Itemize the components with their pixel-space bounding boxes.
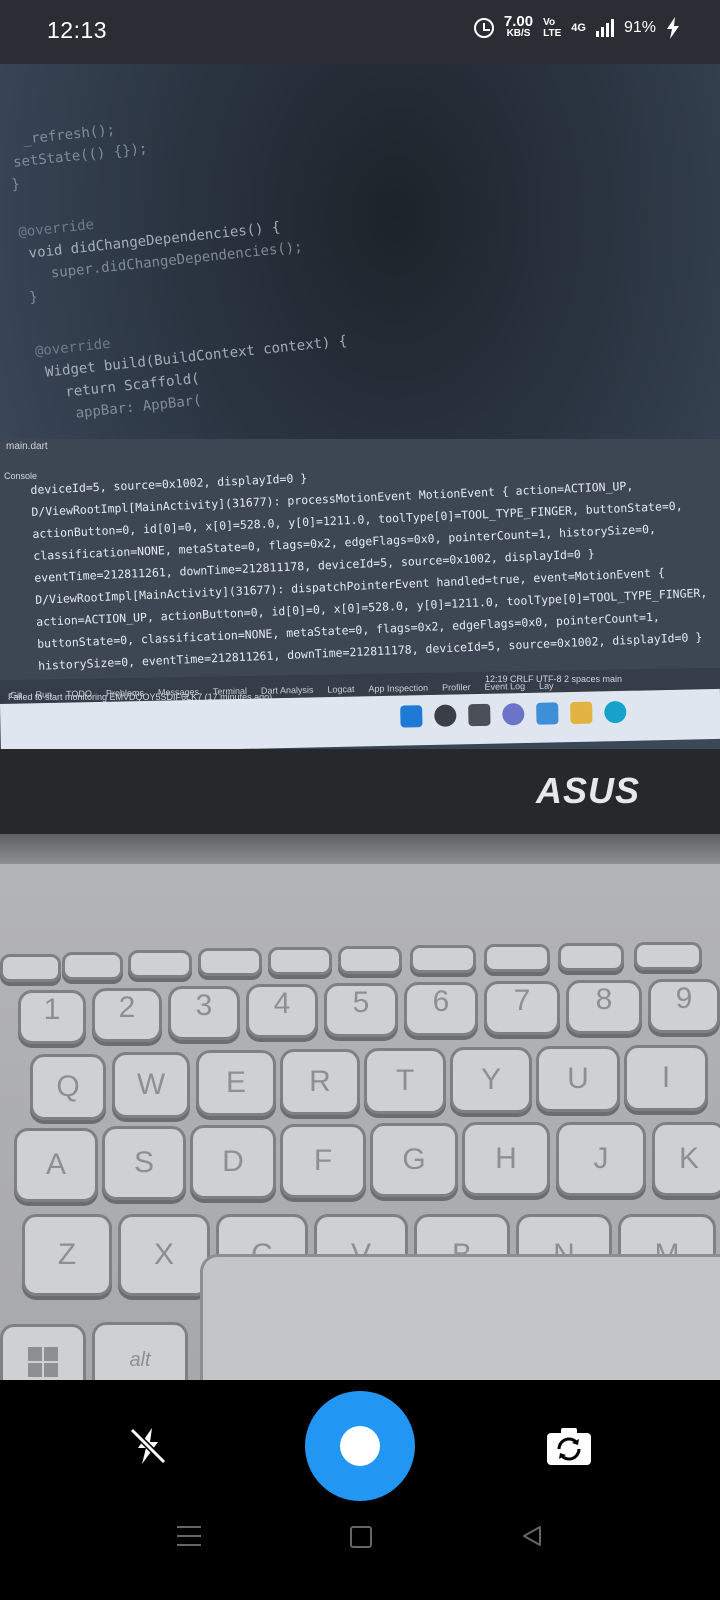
signal-icon [595, 19, 614, 37]
code-line: _refresh(); [21, 122, 116, 148]
tool-tab: Profiler [441, 682, 471, 693]
task-view-icon [468, 703, 491, 727]
laptop-touchpad [200, 1254, 720, 1380]
system-nav-bar [0, 1510, 720, 1600]
taskbar-icons [400, 700, 627, 728]
alt-key: alt [92, 1322, 188, 1380]
fn-key [558, 943, 624, 971]
code-line: } [28, 289, 39, 306]
key: H [462, 1122, 550, 1196]
fn-key [338, 946, 402, 974]
key: K [652, 1122, 720, 1196]
key: T [364, 1048, 446, 1114]
volte-bottom: LTE [543, 28, 562, 39]
key: J [556, 1122, 646, 1196]
status-time: 12:13 [47, 17, 108, 43]
volte-top: Vo [543, 17, 556, 28]
key: 8 [566, 980, 642, 1034]
camera-controls [0, 1380, 720, 1600]
key: 6 [404, 982, 478, 1036]
fn-key [0, 954, 61, 982]
camera-viewfinder[interactable]: _refresh(); setState(() {}); } @override… [0, 64, 720, 1380]
key: I [624, 1045, 708, 1111]
menu-icon[interactable] [177, 1526, 201, 1546]
fn-key [484, 944, 550, 972]
laptop-hinge [0, 834, 720, 864]
shutter-icon [340, 1426, 380, 1466]
net-speed: 7.00 KB/S [503, 13, 534, 40]
charging-icon [667, 17, 679, 39]
home-icon[interactable] [350, 1526, 372, 1548]
fn-key [128, 950, 192, 978]
code-line: @override [34, 335, 112, 360]
key: 1 [18, 990, 86, 1044]
ide-status-right: 12:19 CRLF UTF-8 2 spaces main [485, 674, 623, 684]
key: 5 [324, 983, 398, 1037]
fn-key [634, 942, 702, 970]
laptop-screen: _refresh(); setState(() {}); } @override… [0, 64, 720, 754]
alarm-icon [473, 18, 494, 38]
network-type: 4G [571, 22, 586, 34]
search-icon [434, 704, 457, 727]
switch-camera-icon[interactable] [545, 1425, 593, 1467]
key: E [196, 1050, 276, 1116]
fn-key [268, 947, 332, 975]
windows-logo-icon [28, 1347, 58, 1377]
back-icon[interactable] [520, 1524, 544, 1548]
key: 4 [246, 984, 318, 1038]
key: 9 [648, 979, 720, 1033]
vscode-icon [536, 702, 559, 725]
flash-off-icon[interactable] [126, 1424, 170, 1468]
fn-key [198, 948, 262, 976]
volte-indicator: Vo LTE [543, 17, 561, 39]
laptop-brand-logo: ASUS [536, 770, 641, 811]
chat-icon [502, 703, 525, 726]
fn-key [410, 945, 476, 973]
windows-key [0, 1324, 86, 1380]
key: 3 [168, 986, 240, 1040]
key: A [14, 1128, 98, 1202]
key: X [118, 1214, 210, 1296]
key: Z [22, 1214, 112, 1296]
edge-icon [604, 700, 627, 724]
code-line: @override [17, 216, 95, 241]
net-speed-unit: KB/S [506, 28, 531, 39]
key: Q [30, 1054, 106, 1120]
log-output: deviceId=5, source=0x1002, displayId=0 }… [30, 449, 720, 677]
code-line: } [10, 176, 21, 194]
key: G [370, 1123, 458, 1197]
shutter-button[interactable] [305, 1391, 415, 1501]
key: S [102, 1126, 186, 1200]
code-editor: _refresh(); setState(() {}); } @override… [0, 64, 720, 452]
windows-start-icon [400, 705, 423, 728]
status-icons: 7.00 KB/S Vo LTE 4G 91% [473, 13, 680, 40]
key: F [280, 1124, 366, 1198]
key: 7 [484, 981, 560, 1035]
net-speed-value: 7.00 [503, 13, 534, 30]
key: D [190, 1125, 276, 1199]
key: R [280, 1049, 360, 1115]
key: 2 [92, 988, 162, 1042]
key: W [112, 1052, 190, 1118]
folder-icon [570, 701, 593, 725]
battery-percent: 91% [623, 19, 656, 36]
key: U [536, 1046, 620, 1112]
console-panel: main.dart Console deviceId=5, source=0x1… [0, 439, 720, 689]
file-tab: main.dart [6, 441, 48, 452]
status-bar: 12:13 7.00 KB/S Vo LTE 4G 91% [0, 0, 720, 64]
fn-key [62, 952, 123, 980]
key: Y [450, 1047, 532, 1113]
